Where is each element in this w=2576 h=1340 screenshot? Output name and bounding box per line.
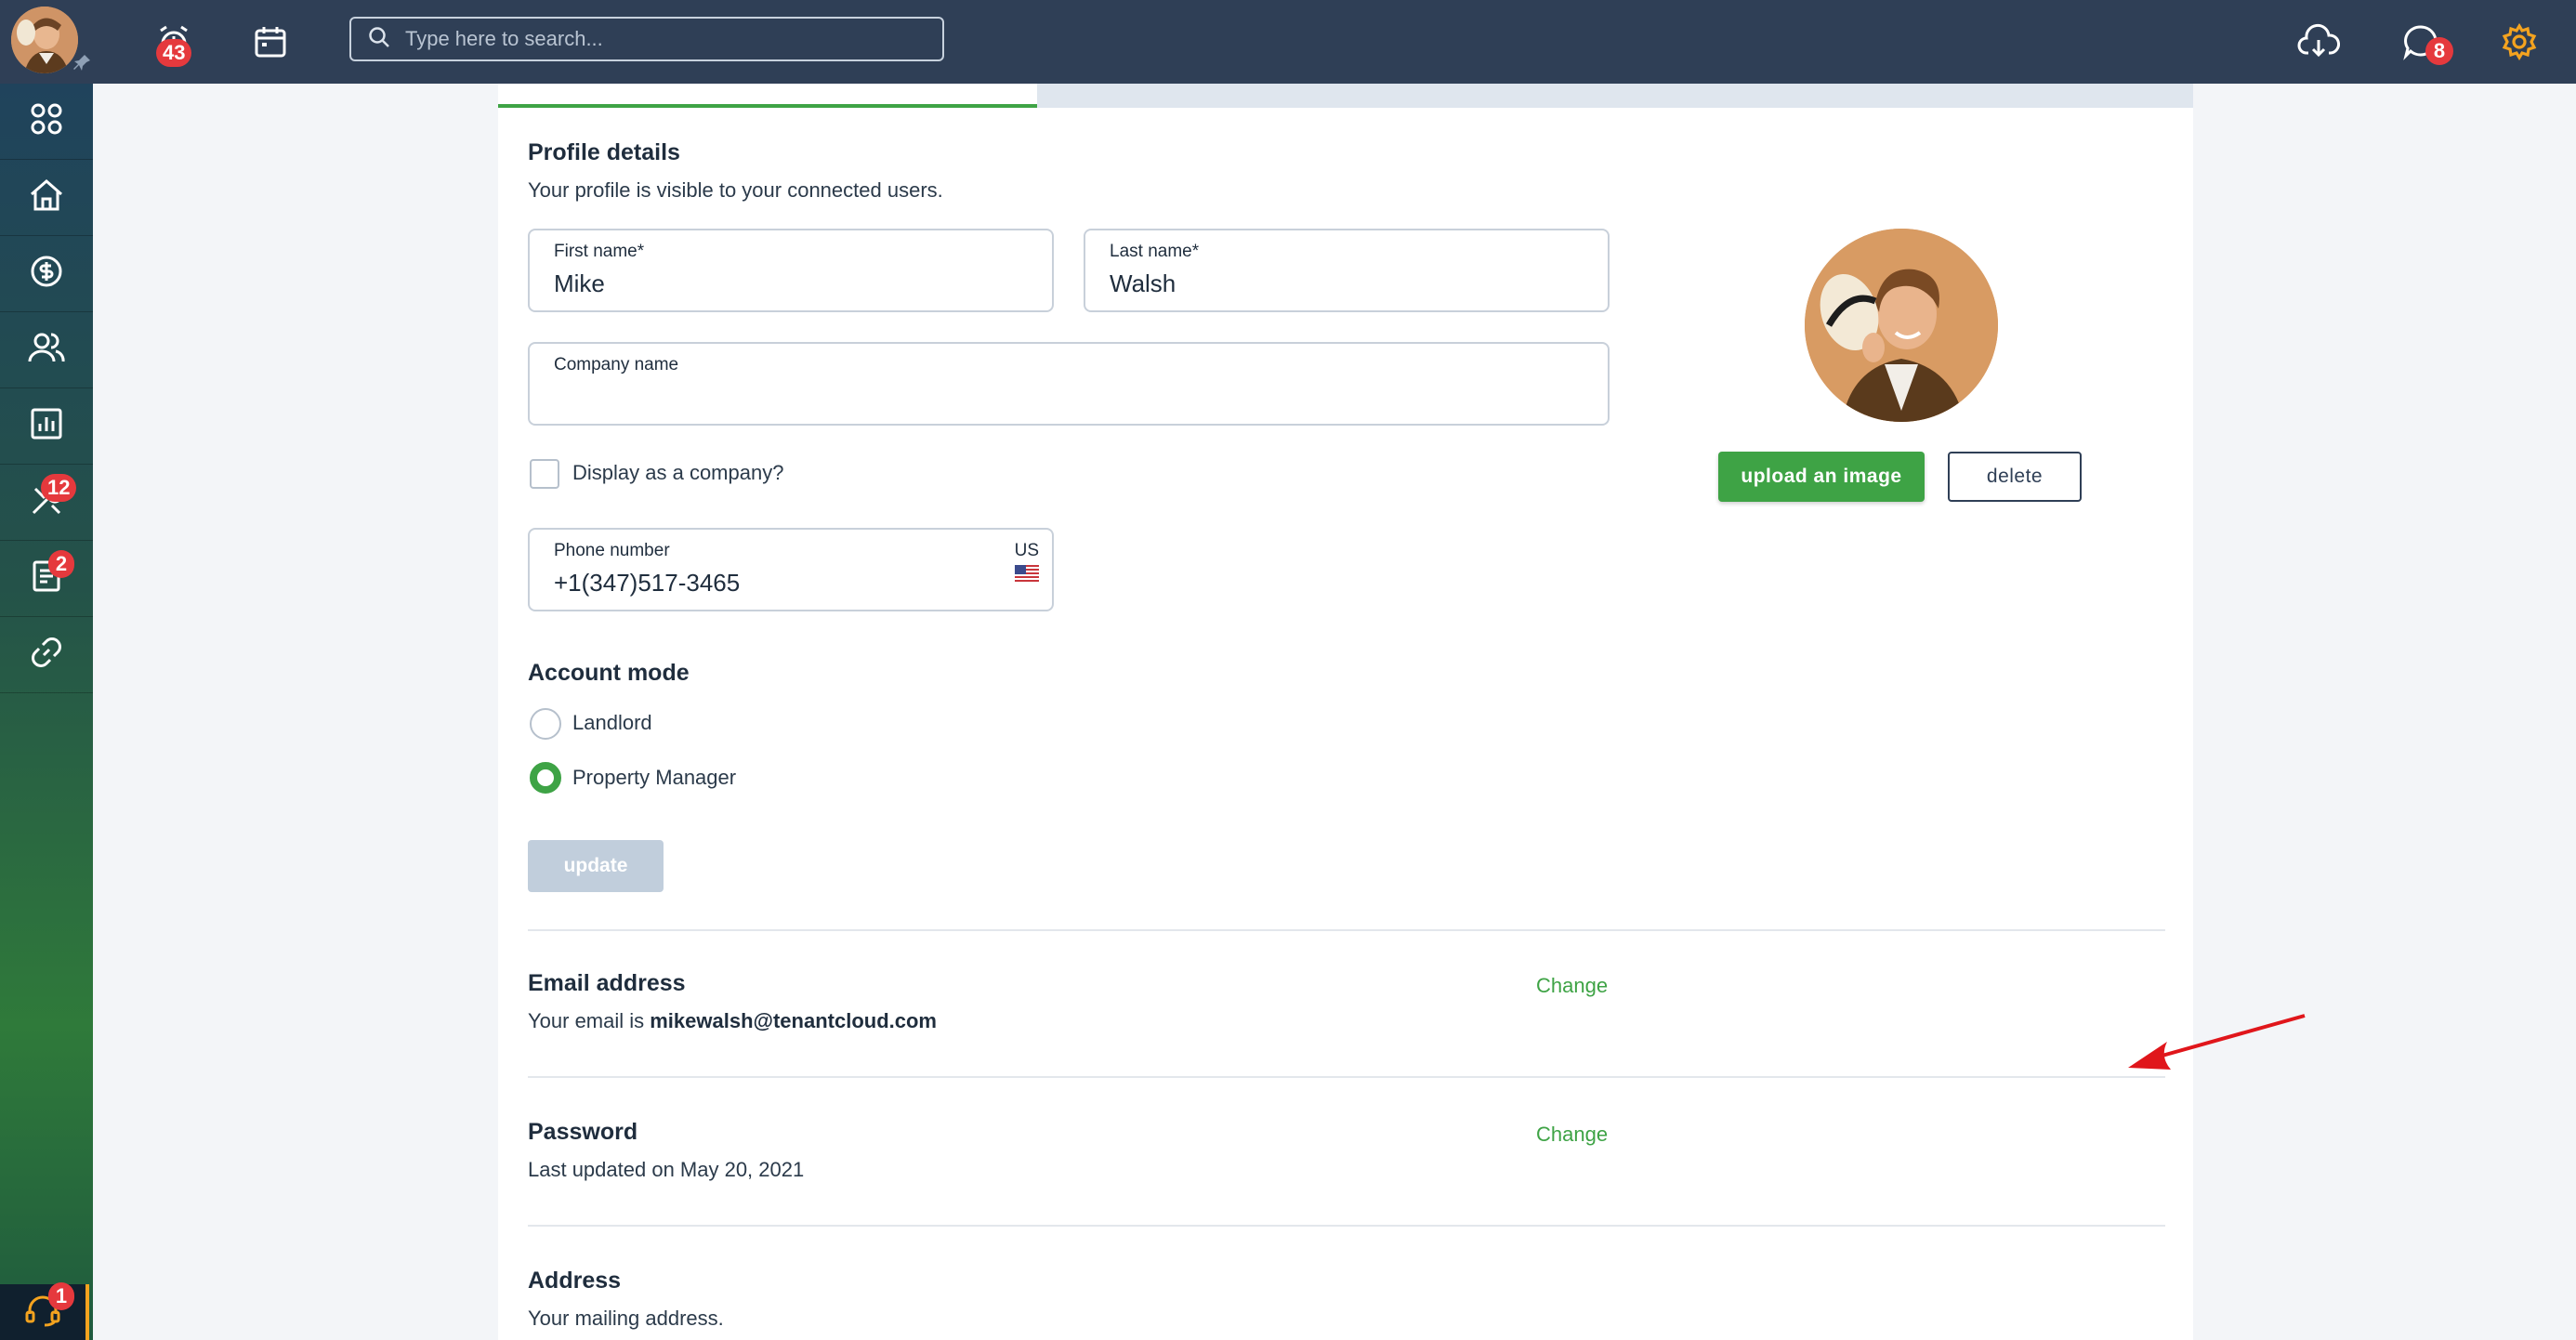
search-input[interactable] bbox=[405, 27, 926, 51]
profile-subtitle: Your profile is visible to your connecte… bbox=[528, 178, 943, 202]
tab-bar bbox=[498, 84, 2193, 108]
last-name-label: Last name* bbox=[1110, 242, 1200, 261]
cloud-download-icon[interactable] bbox=[2295, 19, 2342, 65]
chat-icon[interactable]: 8 bbox=[2398, 19, 2453, 65]
email-value: mikewalsh@tenantcloud.com bbox=[650, 1009, 937, 1032]
delete-image-button[interactable]: delete bbox=[1948, 452, 2082, 502]
first-name-label: First name* bbox=[554, 242, 645, 261]
users-icon bbox=[28, 331, 65, 369]
sidebar-item-people[interactable] bbox=[0, 312, 93, 388]
display-company-label: Display as a company? bbox=[572, 461, 784, 484]
sidebar: 12 2 bbox=[0, 84, 93, 1340]
phone-number-field[interactable]: Phone number +1(347)517-3465 US bbox=[528, 528, 1054, 611]
update-button[interactable]: update bbox=[528, 840, 664, 892]
home-icon bbox=[29, 178, 64, 217]
email-title: Email address bbox=[528, 970, 686, 996]
radio-landlord-label: Landlord bbox=[572, 711, 652, 734]
divider bbox=[528, 1076, 2165, 1078]
divider bbox=[528, 929, 2165, 931]
tools-badge: 12 bbox=[41, 474, 77, 502]
annotation-arrow bbox=[2128, 1014, 2306, 1070]
sidebar-item-links[interactable] bbox=[0, 617, 93, 693]
profile-photo bbox=[1805, 229, 1998, 422]
sidebar-item-maintenance[interactable]: 12 bbox=[0, 465, 93, 541]
documents-badge: 2 bbox=[48, 550, 74, 578]
alarm-icon[interactable]: 43 bbox=[151, 19, 197, 67]
top-bar: 43 8 bbox=[0, 0, 2576, 84]
sidebar-item-apps[interactable] bbox=[0, 84, 93, 160]
change-password-link[interactable]: Change bbox=[1536, 1123, 1608, 1147]
sidebar-item-documents[interactable]: 2 bbox=[0, 541, 93, 617]
divider bbox=[528, 1225, 2165, 1227]
us-flag-icon[interactable] bbox=[1015, 565, 1039, 586]
alarm-badge: 43 bbox=[156, 39, 192, 67]
messages-badge: 8 bbox=[2425, 37, 2453, 65]
search-box[interactable] bbox=[349, 17, 944, 61]
sidebar-item-reports[interactable] bbox=[0, 388, 93, 465]
email-text: Your email is mikewalsh@tenantcloud.com bbox=[528, 1009, 937, 1033]
upload-image-button[interactable]: upload an image bbox=[1718, 452, 1925, 502]
gear-icon[interactable] bbox=[2496, 19, 2543, 65]
grid-icon bbox=[30, 102, 63, 140]
profile-card: Profile details Your profile is visible … bbox=[498, 84, 2306, 1340]
support-button[interactable]: 1 bbox=[0, 1282, 89, 1340]
phone-number-value[interactable]: +1(347)517-3465 bbox=[554, 569, 740, 598]
account-mode-title: Account mode bbox=[528, 660, 690, 686]
sidebar-item-home[interactable] bbox=[0, 160, 93, 236]
change-email-link[interactable]: Change bbox=[1536, 974, 1608, 998]
last-name-field[interactable]: Last name* Walsh bbox=[1084, 229, 1610, 312]
display-company-checkbox[interactable] bbox=[530, 459, 559, 489]
radio-property-manager[interactable] bbox=[530, 762, 561, 794]
company-name-label: Company name bbox=[554, 355, 679, 374]
first-name-value[interactable]: Mike bbox=[554, 269, 605, 298]
company-name-field[interactable]: Company name bbox=[528, 342, 1610, 426]
user-avatar[interactable] bbox=[11, 7, 78, 73]
pin-icon[interactable] bbox=[72, 53, 93, 73]
address-title: Address bbox=[528, 1268, 622, 1294]
calendar-icon[interactable] bbox=[247, 19, 294, 65]
profile-title: Profile details bbox=[528, 139, 680, 165]
tab-profile[interactable] bbox=[498, 84, 1037, 108]
radio-property-manager-label: Property Manager bbox=[572, 766, 737, 789]
phone-number-label: Phone number bbox=[554, 541, 670, 560]
search-icon bbox=[368, 26, 390, 53]
last-name-value[interactable]: Walsh bbox=[1110, 269, 1176, 298]
radio-landlord[interactable] bbox=[530, 708, 561, 740]
dollar-icon bbox=[30, 255, 63, 293]
first-name-field[interactable]: First name* Mike bbox=[528, 229, 1054, 312]
password-title: Password bbox=[528, 1119, 638, 1145]
country-code[interactable]: US bbox=[1015, 541, 1039, 561]
password-updated: Last updated on May 20, 2021 bbox=[528, 1158, 805, 1181]
support-badge: 1 bbox=[48, 1282, 74, 1310]
email-prefix: Your email is bbox=[528, 1009, 651, 1032]
chart-icon bbox=[30, 407, 63, 445]
link-icon bbox=[30, 636, 63, 674]
address-subtitle: Your mailing address. bbox=[528, 1307, 724, 1330]
sidebar-item-finance[interactable] bbox=[0, 236, 93, 312]
